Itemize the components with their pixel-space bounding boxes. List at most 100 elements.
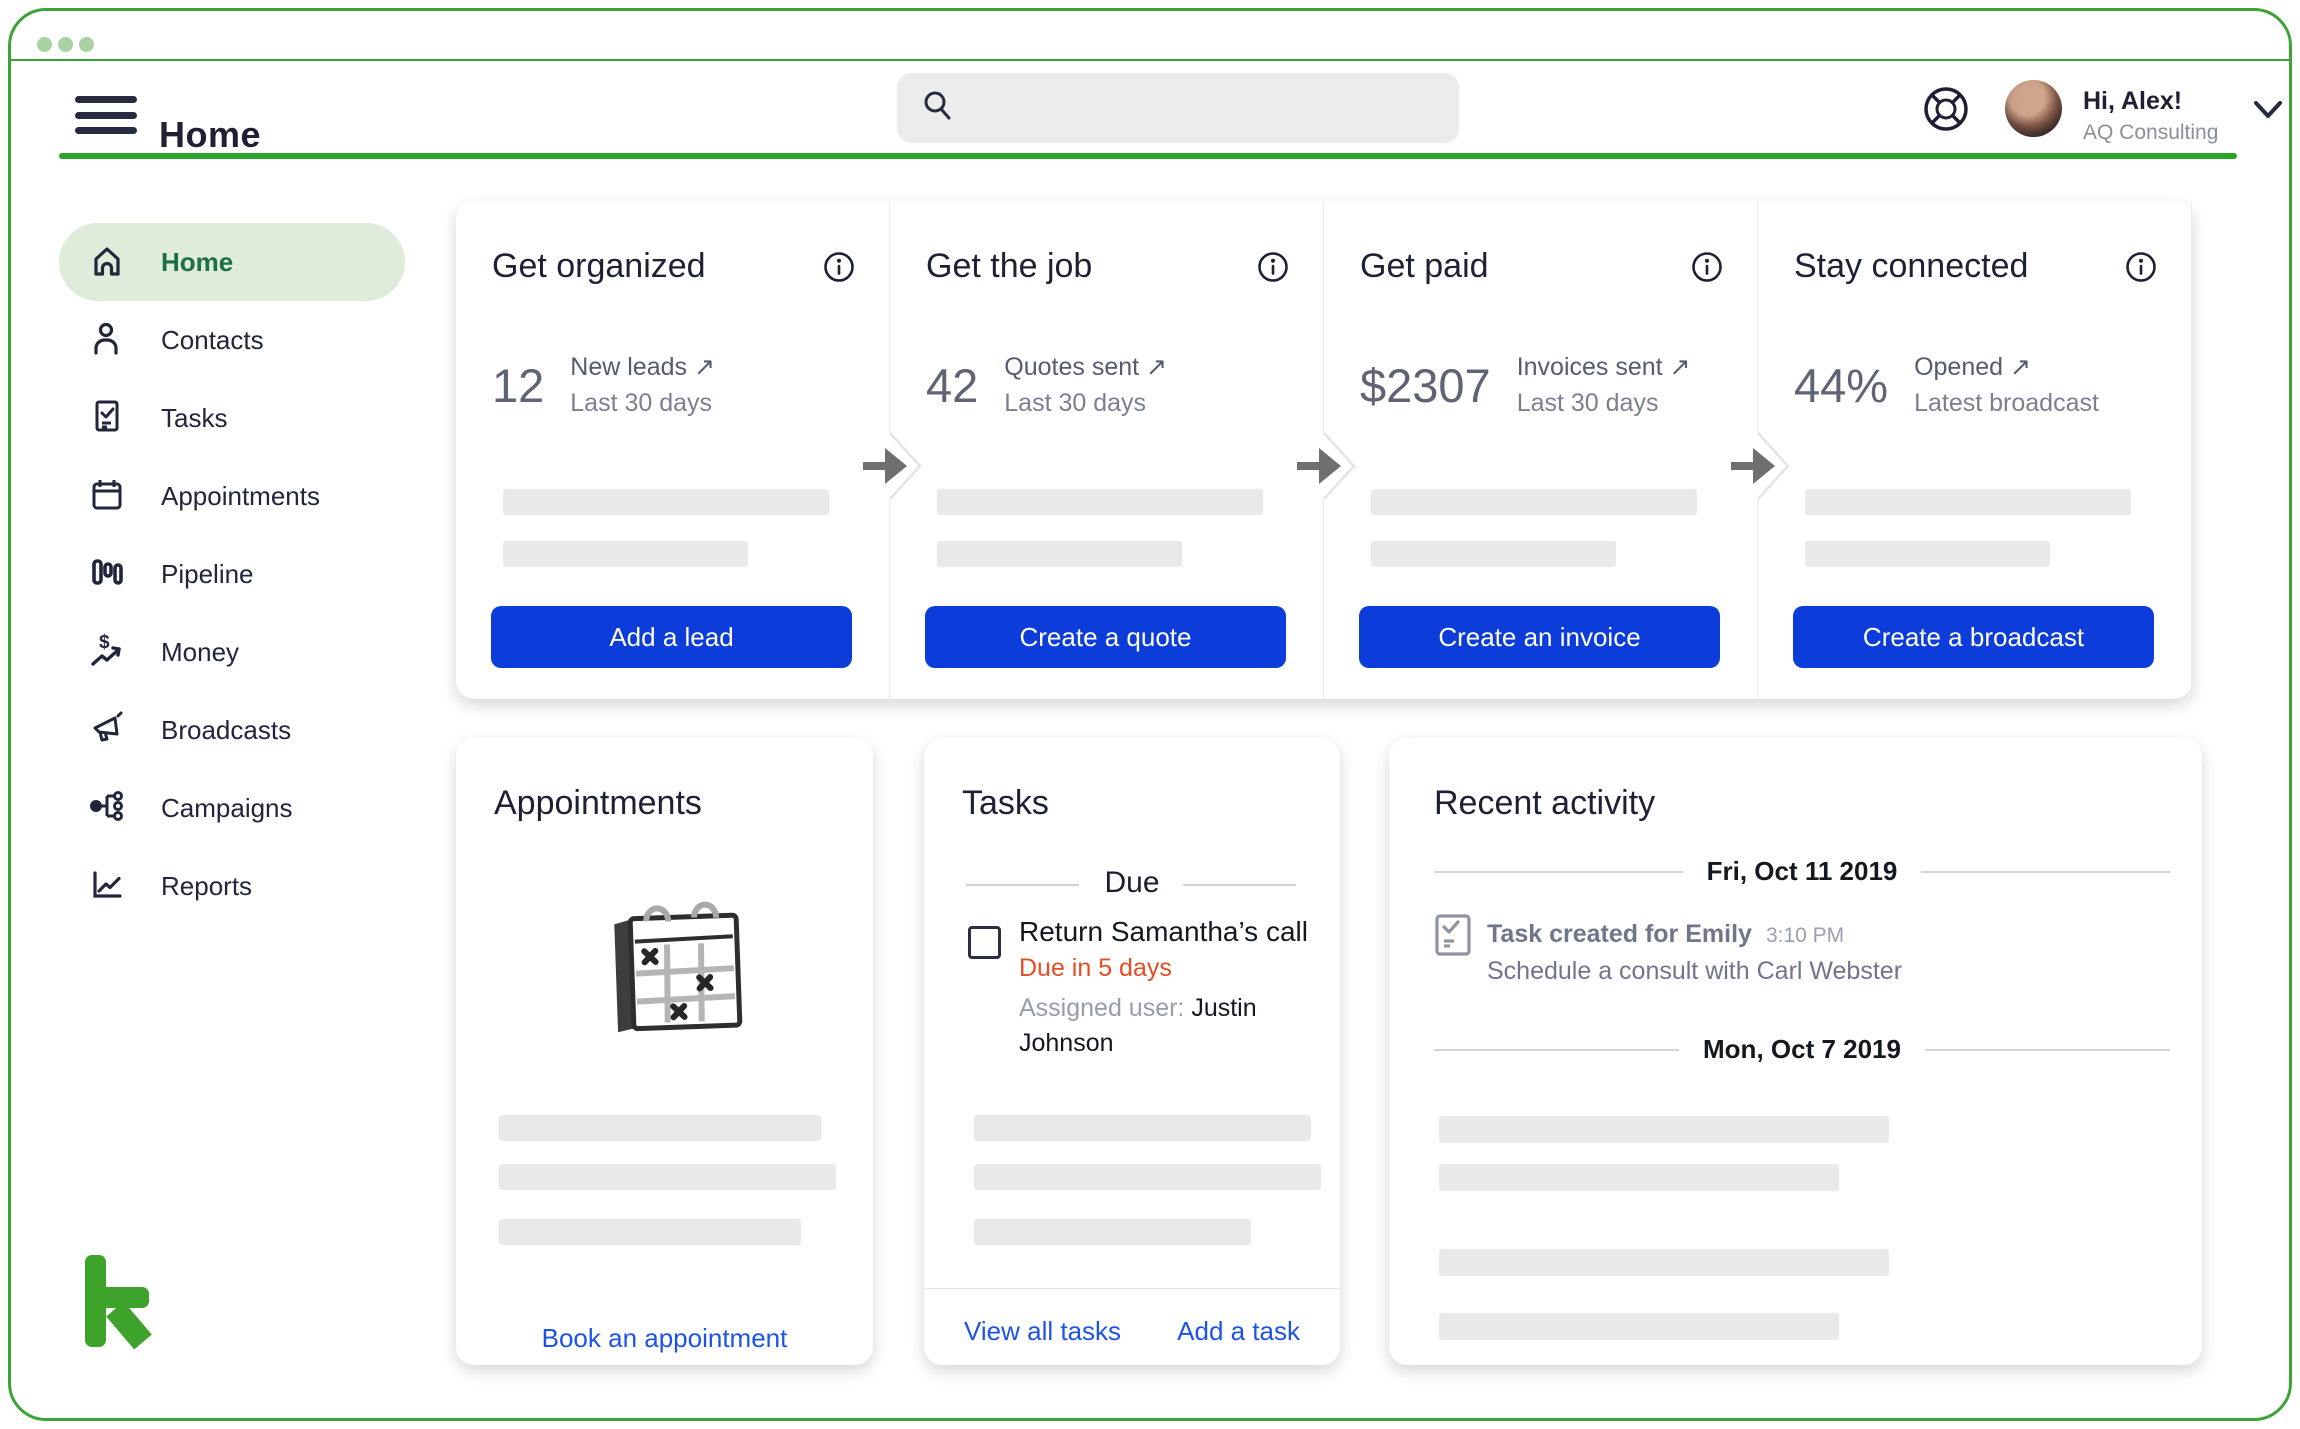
svg-text:$: $: [99, 632, 110, 653]
sidebar-item-home[interactable]: Home: [59, 223, 405, 301]
placeholder-bar: [1439, 1249, 1889, 1276]
placeholder-bar: [937, 541, 1182, 567]
card-title: Get organized: [492, 247, 706, 285]
sidebar-item-money[interactable]: $ Money: [59, 613, 405, 691]
sidebar-item-label: Pipeline: [161, 558, 254, 589]
titlebar-divider: [11, 59, 2289, 61]
search-icon: [921, 89, 955, 128]
assigned-label: Assigned user:: [1019, 994, 1192, 1022]
activity-description: Schedule a consult with Carl Webster: [1487, 957, 1903, 985]
task-activity-icon: [1434, 913, 1472, 962]
search-bar: [897, 73, 1459, 143]
sidebar-item-label: Tasks: [161, 402, 228, 433]
placeholder-bar: [1439, 1116, 1889, 1143]
sidebar-item-pipeline[interactable]: Pipeline: [59, 535, 405, 613]
date-divider: Fri, Oct 11 2019: [1434, 856, 2171, 887]
card-title: Stay connected: [1794, 247, 2029, 285]
placeholder-bar: [499, 1164, 836, 1190]
card-title: Tasks: [962, 784, 1049, 822]
recent-activity-card: Recent activity Fri, Oct 11 2019 Task cr…: [1389, 738, 2202, 1365]
placeholder-bar: [503, 541, 748, 567]
invoices-sent-link[interactable]: Invoices sent ↗: [1517, 349, 1691, 385]
window-dot: [79, 37, 94, 52]
card-title: Get paid: [1360, 247, 1489, 285]
sidebar-item-tasks[interactable]: Tasks: [59, 379, 405, 457]
stat-block: $2307 Invoices sent ↗ Last 30 days: [1360, 349, 1691, 421]
sidebar-item-campaigns[interactable]: Campaigns: [59, 769, 405, 847]
placeholder-bar: [1805, 489, 2131, 515]
reports-icon: [89, 866, 125, 907]
pipeline-icon: [89, 554, 125, 595]
user-info: Hi, Alex! AQ Consulting: [2083, 86, 2218, 145]
view-all-tasks-link[interactable]: View all tasks: [964, 1316, 1121, 1347]
help-icon[interactable]: [1921, 84, 1971, 134]
placeholder-bar: [499, 1115, 821, 1141]
card-get-paid: Get paid $2307 Invoices sent ↗ Last 30 d…: [1324, 201, 1758, 699]
sidebar-item-reports[interactable]: Reports: [59, 847, 405, 925]
sidebar-item-label: Home: [161, 246, 234, 277]
stat-value: 44%: [1794, 358, 1889, 412]
user-avatar[interactable]: [2005, 80, 2062, 137]
chevron-down-icon[interactable]: [2253, 99, 2283, 121]
sidebar-item-label: Reports: [161, 870, 253, 901]
create-quote-button[interactable]: Create a quote: [925, 606, 1286, 668]
opened-link[interactable]: Opened ↗: [1914, 349, 2099, 385]
info-icon[interactable]: [1691, 251, 1723, 283]
sidebar-item-broadcasts[interactable]: Broadcasts: [59, 691, 405, 769]
new-leads-link[interactable]: New leads ↗: [570, 349, 715, 385]
sidebar-item-appointments[interactable]: Appointments: [59, 457, 405, 535]
stat-sublabel: Last 30 days: [1516, 389, 1659, 417]
calendar-icon: [89, 476, 125, 517]
stat-block: 12 New leads ↗ Last 30 days: [492, 349, 715, 421]
placeholder-bar: [1439, 1313, 1839, 1340]
sidebar: Home Contacts Tasks Appointments Pipelin…: [11, 223, 405, 925]
campaigns-icon: [89, 788, 125, 829]
sidebar-item-contacts[interactable]: Contacts: [59, 301, 405, 379]
placeholder-bar: [974, 1115, 1311, 1141]
create-invoice-button[interactable]: Create an invoice: [1359, 606, 1720, 668]
placeholder-bar: [1805, 541, 2050, 567]
add-lead-button[interactable]: Add a lead: [491, 606, 852, 668]
info-icon[interactable]: [1257, 251, 1289, 283]
tasks-icon: [89, 398, 125, 439]
info-icon[interactable]: [823, 251, 855, 283]
date-label: Mon, Oct 7 2019: [1703, 1034, 1901, 1064]
hamburger-menu-button[interactable]: [75, 96, 137, 134]
stat-block: 44% Opened ↗ Latest broadcast: [1794, 349, 2099, 421]
activity-title: Task created for Emily: [1487, 920, 1752, 948]
keap-logo: [85, 1255, 161, 1350]
sidebar-item-label: Appointments: [161, 480, 320, 511]
stat-sublabel: Last 30 days: [570, 389, 713, 417]
create-broadcast-button[interactable]: Create a broadcast: [1793, 606, 2154, 668]
task-checkbox[interactable]: [968, 926, 1001, 959]
task-assigned: Assigned user: Justin Johnson: [1019, 991, 1319, 1061]
stat-sublabel: Latest broadcast: [1914, 389, 2099, 417]
task-title: Return Samantha’s call: [1019, 916, 1308, 947]
placeholder-bar: [1371, 489, 1697, 515]
placeholder-bar: [1371, 541, 1616, 567]
header-accent-rule: [59, 153, 2237, 159]
card-title: Recent activity: [1434, 784, 1656, 822]
sidebar-item-label: Money: [161, 636, 240, 667]
search-input[interactable]: [971, 91, 1439, 125]
calendar-illustration: [604, 896, 754, 1051]
info-icon[interactable]: [2125, 251, 2157, 283]
sidebar-item-label: Campaigns: [161, 792, 293, 823]
contacts-icon: [89, 320, 125, 361]
book-appointment-link[interactable]: Book an appointment: [456, 1323, 873, 1354]
placeholder-bar: [937, 489, 1263, 515]
megaphone-icon: [89, 710, 125, 751]
page-title: Home: [159, 114, 262, 156]
pipeline-stats-strip: Get organized 12 New leads ↗ Last 30 day…: [456, 201, 2192, 699]
user-greeting: Hi, Alex!: [2083, 87, 2183, 115]
placeholder-bar: [499, 1219, 801, 1245]
activity-time: 3:10 PM: [1765, 924, 1845, 947]
app-window: Home Hi, Alex! AQ Consulting Home Contac…: [0, 0, 2300, 1429]
date-divider: Mon, Oct 7 2019: [1434, 1034, 2170, 1065]
quotes-sent-link[interactable]: Quotes sent ↗: [1004, 349, 1167, 385]
stat-value: 12: [492, 358, 545, 412]
add-task-link[interactable]: Add a task: [1177, 1316, 1300, 1347]
date-label: Fri, Oct 11 2019: [1706, 856, 1898, 886]
task-due-badge: Due in 5 days: [1019, 954, 1172, 982]
home-icon: [89, 242, 125, 283]
